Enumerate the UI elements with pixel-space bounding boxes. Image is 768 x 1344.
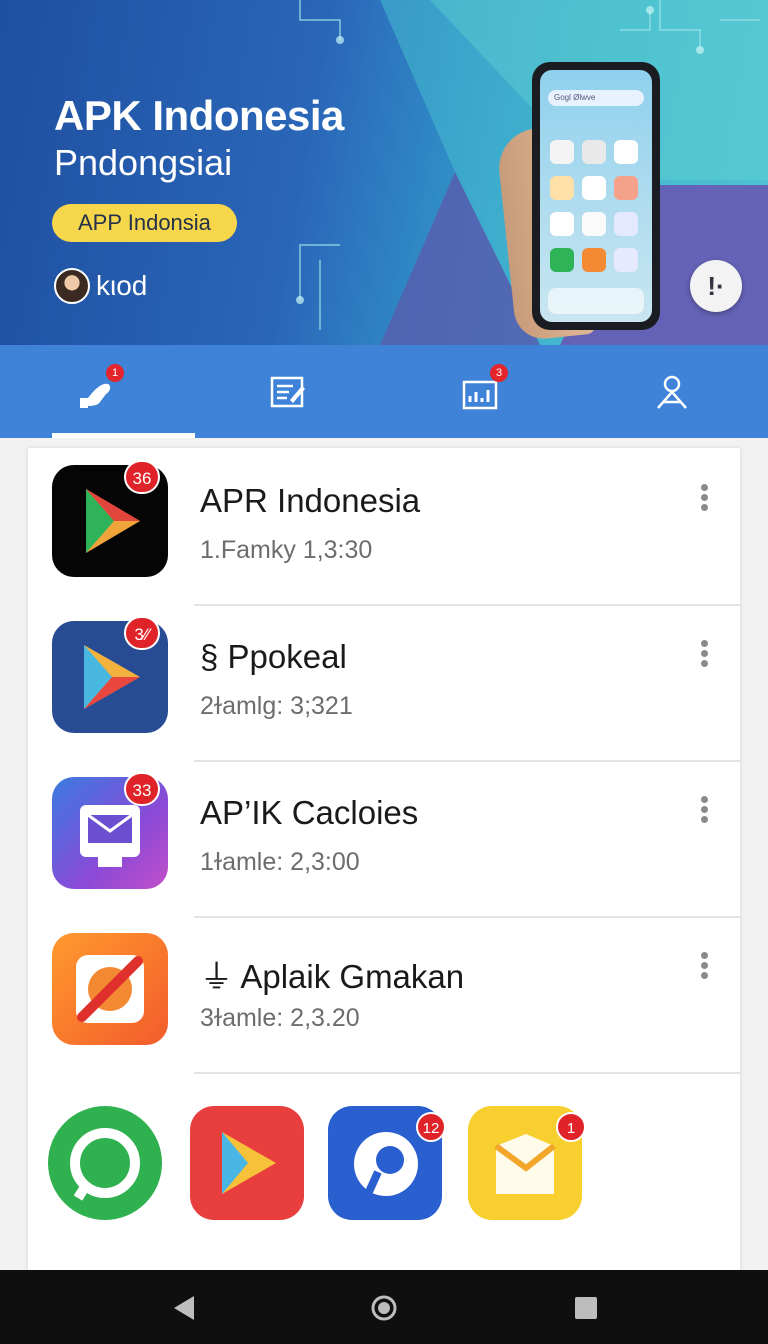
home-icon[interactable] (370, 1294, 398, 1322)
app-meta: 1ɫamle: 2,3:00 (200, 848, 360, 876)
app-meta: 2ɫamlg: 3;321 (200, 692, 353, 720)
notification-badge: 1 (556, 1112, 586, 1142)
list-item[interactable]: 33 AP’IK Cacloies 1ɫamle: 2,3:00 (28, 760, 740, 918)
notification-badge: 33 (124, 772, 160, 806)
more-options-icon[interactable] (696, 484, 712, 514)
app-screen: APK Indonesia Pndongsiai APP Indonsia kι… (0, 0, 768, 1344)
selected-tab-indicator (52, 433, 195, 438)
tab-bar: 1 3 (0, 345, 768, 438)
phone-search-bar: Goɡl Ølwve (548, 90, 644, 106)
play-icon[interactable] (190, 1106, 304, 1220)
list-item[interactable]: 3⁄⁄ § Ppokeal 2ɫamlg: 3;321 (28, 604, 740, 762)
notification-badge: 3⁄⁄ (124, 616, 160, 650)
phone-app-grid (550, 140, 642, 272)
hero-user-name: kιod (96, 270, 148, 301)
no-camera-icon (52, 933, 168, 1045)
recents-icon[interactable] (572, 1294, 600, 1322)
info-fab-button[interactable]: !· (690, 260, 742, 312)
tab-home[interactable]: 1 (0, 345, 192, 438)
back-icon[interactable] (170, 1294, 198, 1322)
hero-user[interactable]: kιod (54, 268, 147, 304)
chart-icon: 3 (460, 363, 508, 412)
recommended-apps: 12 1 (48, 1106, 648, 1226)
person-icon (652, 372, 692, 412)
whatsapp-icon[interactable] (48, 1106, 162, 1220)
notification-badge: 36 (124, 460, 160, 494)
edit-note-icon (268, 372, 308, 412)
list-item[interactable]: 36 APR Indonesia 1.Famky 1,3:30 (28, 448, 740, 606)
list-item[interactable]: ⏚ Aplaik Gmakan 3ɫamle: 2,3.20 (28, 916, 740, 1074)
tab-badge: 1 (106, 363, 124, 382)
hero-title: APK Indonesia (54, 92, 344, 139)
divider (194, 1072, 740, 1074)
tab-badge: 3 (490, 363, 508, 382)
notification-badge: 12 (416, 1112, 446, 1142)
tab-stats[interactable]: 3 (384, 345, 576, 438)
tab-profile[interactable] (576, 345, 768, 438)
app-meta: 3ɫamle: 2,3.20 (200, 1004, 360, 1032)
system-nav-bar (0, 1270, 768, 1344)
chat-icon[interactable]: 12 (328, 1106, 446, 1220)
hero-tag-button[interactable]: APP Indonsia (52, 204, 237, 242)
phone-dock (548, 288, 644, 314)
tab-notes[interactable] (192, 345, 384, 438)
hands-icon: 1 (76, 363, 124, 412)
hero-banner: APK Indonesia Pndongsiai APP Indonsia kι… (0, 0, 768, 345)
hero-subtitle: Pndongsiai (54, 142, 233, 183)
mail-icon[interactable]: 1 (468, 1106, 586, 1220)
app-list: 36 APR Indonesia 1.Famky 1,3:30 3⁄⁄ § Pp… (28, 448, 740, 1288)
avatar (54, 268, 90, 304)
more-options-icon[interactable] (696, 796, 712, 826)
app-title: § Ppokeal (200, 638, 347, 675)
more-options-icon[interactable] (696, 640, 712, 670)
app-title: ⏚ Aplaik Gmakan (200, 958, 465, 995)
app-meta: 1.Famky 1,3:30 (200, 536, 373, 564)
app-title: APR Indonesia (200, 482, 421, 519)
phone-illustration: Goɡl Ølwve (532, 62, 660, 330)
app-title: AP’IK Cacloies (200, 794, 419, 831)
more-options-icon[interactable] (696, 952, 712, 982)
